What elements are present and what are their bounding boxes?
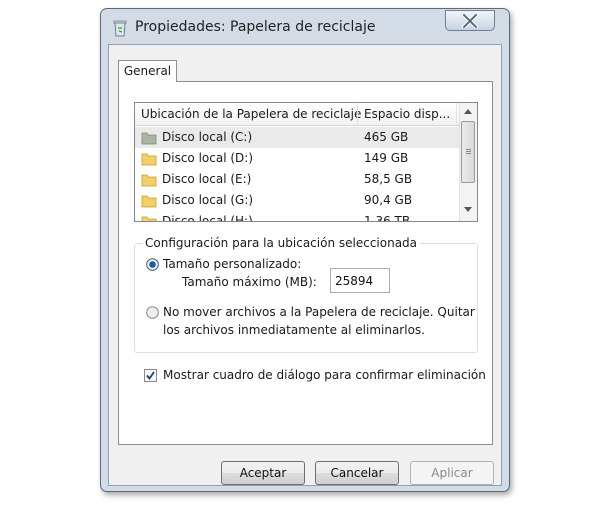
tab-general[interactable]: General [118,60,177,82]
folder-icon [141,174,157,187]
window-title: Propiedades: Papelera de reciclaje [135,19,376,35]
row-space: 58,5 GB [364,172,413,186]
list-row[interactable]: Disco local (C:) 465 GB [135,127,460,148]
list-row[interactable]: Disco local (D:) 149 GB [135,148,460,169]
column-header-location[interactable]: Ubicación de la Papelera de reciclaje [141,107,361,121]
folder-icon [141,132,157,145]
confirm-delete-checkbox[interactable] [144,369,157,382]
row-location: Disco local (E:) [162,172,252,186]
list-row[interactable]: Disco local (H:) 1,36 TB [135,211,460,222]
accept-button[interactable]: Aceptar [221,461,305,485]
close-x-icon [462,13,478,29]
recycle-locations-list[interactable]: Ubicación de la Papelera de reciclaje Es… [134,102,478,222]
confirm-delete-label[interactable]: Mostrar cuadro de diálogo para confirmar… [163,368,486,382]
no-move-label-line2[interactable]: los archivos inmediatamente al eliminarl… [163,323,425,337]
row-space: 90,4 GB [364,193,413,207]
settings-group-title: Configuración para la ubicación seleccio… [143,236,420,250]
list-header: Ubicación de la Papelera de reciclaje Es… [135,103,460,126]
row-space: 465 GB [364,130,409,144]
recycle-bin-icon [113,20,127,37]
folder-icon [141,195,157,208]
scroll-down-arrow-icon[interactable] [464,207,472,212]
list-scrollbar[interactable] [459,103,477,221]
no-move-label-line1[interactable]: No mover archivos a la Papelera de recic… [163,305,475,319]
list-row[interactable]: Disco local (G:) 90,4 GB [135,190,460,211]
dialog-body: General Ubicación de la Papelera de reci… [108,44,502,486]
tab-panel-general: Ubicación de la Papelera de reciclaje Es… [118,81,493,445]
custom-size-label[interactable]: Tamaño personalizado: [163,257,301,271]
cancel-button[interactable]: Cancelar [315,461,399,485]
row-location: Disco local (H:) [162,214,253,222]
apply-button[interactable]: Aplicar [410,461,494,485]
folder-icon [141,153,157,166]
max-size-input[interactable] [330,268,390,293]
grip-line [466,151,471,152]
row-space: 1,36 TB [364,214,411,222]
row-location: Disco local (G:) [162,193,254,207]
grip-line [466,149,471,150]
max-size-label: Tamaño máximo (MB): [182,275,317,289]
no-move-radio[interactable] [146,306,159,319]
title-bar[interactable]: Propiedades: Papelera de reciclaje [101,9,509,45]
list-row[interactable]: Disco local (E:) 58,5 GB [135,169,460,190]
column-header-space[interactable]: Espacio disp... [364,107,450,121]
row-location: Disco local (C:) [162,130,253,144]
close-button[interactable] [445,10,495,31]
column-divider[interactable] [357,103,358,125]
scroll-thumb[interactable] [461,121,475,183]
row-space: 149 GB [364,151,409,165]
grip-line [466,153,471,154]
row-location: Disco local (D:) [162,151,254,165]
custom-size-radio[interactable] [146,258,159,271]
column-divider[interactable] [456,103,457,125]
scroll-up-arrow-icon[interactable] [464,109,472,114]
properties-window: Propiedades: Papelera de reciclaje Gener… [100,8,510,492]
folder-icon [141,216,157,221]
